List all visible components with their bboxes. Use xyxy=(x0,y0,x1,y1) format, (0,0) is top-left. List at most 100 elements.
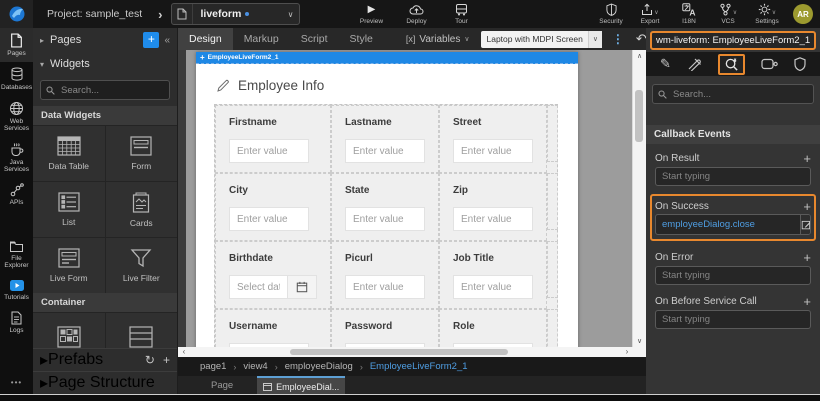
settings-button[interactable]: ∨ Settings xyxy=(754,3,780,25)
export-button[interactable]: ∨ Export xyxy=(637,3,663,25)
breadcrumb-item-page1[interactable]: page1 xyxy=(200,361,226,372)
widget-tile-list[interactable]: List xyxy=(33,182,105,237)
add-page-button[interactable]: + xyxy=(143,32,159,48)
horizontal-scroll-thumb[interactable] xyxy=(290,349,508,355)
scroll-left-arrow[interactable]: ‹ xyxy=(178,347,190,357)
page-structure-section-header[interactable]: ▸ Page Structure xyxy=(33,371,177,394)
add-prefab-icon[interactable]: + xyxy=(163,353,170,367)
tab-style[interactable]: Style xyxy=(339,28,384,50)
sidebar-item-file-explorer[interactable]: File Explorer xyxy=(0,235,33,274)
widget-tile-cards[interactable]: Cards xyxy=(106,182,178,237)
security-button[interactable]: Security xyxy=(598,3,624,25)
selected-widget-bar[interactable]: + EmployeeLiveForm2_1 xyxy=(196,52,578,64)
breadcrumb-item-view4[interactable]: view4 xyxy=(243,361,267,372)
scroll-up-arrow[interactable]: ∧ xyxy=(633,50,646,62)
widget-tile-live-form[interactable]: Live Form xyxy=(33,238,105,293)
on-error-input[interactable] xyxy=(655,266,811,285)
widgets-section-header[interactable]: ▾ Widgets xyxy=(33,52,177,76)
styles-tab-brush-icon[interactable] xyxy=(687,57,702,71)
form-field-job-title[interactable]: Job Title xyxy=(439,241,547,309)
canvas-page[interactable]: + EmployeeLiveForm2_1 Employee Info Firs… xyxy=(196,52,578,347)
pages-section-header[interactable]: ▸ Pages + « xyxy=(33,28,177,52)
form-field-zip[interactable]: Zip xyxy=(439,173,547,241)
rail-more-button[interactable]: ••• xyxy=(0,372,33,395)
add-action-icon[interactable]: + xyxy=(803,199,811,214)
birthdate-input[interactable] xyxy=(229,275,287,299)
sidebar-item-databases[interactable]: Databases xyxy=(0,62,33,96)
design-canvas[interactable]: + EmployeeLiveForm2_1 Employee Info Firs… xyxy=(178,50,646,347)
collapse-panel-icon[interactable]: « xyxy=(164,35,170,46)
user-avatar[interactable]: AR xyxy=(793,4,813,24)
canvas-vertical-scrollbar[interactable]: ∧ ∨ xyxy=(632,50,646,347)
widget-tile-data-table[interactable]: Data Table xyxy=(33,126,105,181)
form-field-lastname[interactable]: Lastname xyxy=(331,105,439,173)
form-field-password[interactable]: Password xyxy=(331,309,439,347)
sidebar-item-apis[interactable]: APIs xyxy=(0,178,33,211)
tour-button[interactable]: Tour xyxy=(448,3,474,25)
form-field-state[interactable]: State xyxy=(331,173,439,241)
vertical-scroll-thumb[interactable] xyxy=(635,90,643,142)
canvas-horizontal-scrollbar[interactable]: ‹ › xyxy=(178,347,633,357)
picurl-input[interactable] xyxy=(345,275,425,299)
form-field-role[interactable]: Role xyxy=(439,309,547,347)
breadcrumb-item-employeeliveform[interactable]: EmployeeLiveForm2_1 xyxy=(370,361,468,372)
sidebar-item-pages[interactable]: Pages xyxy=(0,28,33,62)
scroll-right-arrow[interactable]: › xyxy=(621,347,633,357)
wavemaker-logo[interactable] xyxy=(0,0,33,28)
vcs-button[interactable]: ∨ VCS xyxy=(715,3,741,25)
zip-input[interactable] xyxy=(453,207,533,231)
preview-button[interactable]: ▶ Preview xyxy=(358,3,384,25)
form-field-firstname[interactable]: Firstname xyxy=(215,105,331,173)
street-input[interactable] xyxy=(453,139,533,163)
sidebar-item-java-services[interactable]: Java Services xyxy=(0,137,33,178)
tab-script[interactable]: Script xyxy=(290,28,339,50)
form-field-username[interactable]: Username xyxy=(215,309,331,347)
lastname-input[interactable] xyxy=(345,139,425,163)
scroll-down-arrow[interactable]: ∨ xyxy=(633,335,646,347)
job-title-input[interactable] xyxy=(453,275,533,299)
city-input[interactable] xyxy=(229,207,309,231)
form-field-picurl[interactable]: Picurl xyxy=(331,241,439,309)
widget-tile-live-filter[interactable]: Live Filter xyxy=(106,238,178,293)
sidebar-item-tutorials[interactable]: Tutorials xyxy=(0,274,33,306)
device-selector-dropdown[interactable]: Laptop with MDPI Screen ∨ xyxy=(481,31,601,48)
state-input[interactable] xyxy=(345,207,425,231)
breadcrumb-item-employeedialog[interactable]: employeeDialog xyxy=(285,361,353,372)
variables-button[interactable]: [x] Variables ∨ xyxy=(406,34,470,45)
bottom-tab-page[interactable]: Page xyxy=(211,376,233,395)
widget-search-input[interactable] xyxy=(59,84,164,97)
properties-tab-pencil-icon[interactable]: ✎ xyxy=(660,56,671,72)
properties-search-box[interactable] xyxy=(652,84,814,104)
events-tab-icon[interactable] xyxy=(718,54,745,75)
live-filter-funnel-icon xyxy=(130,248,152,268)
tab-design[interactable]: Design xyxy=(178,28,233,50)
add-action-icon[interactable]: + xyxy=(803,151,811,166)
sidebar-item-logs[interactable]: Logs xyxy=(0,306,33,339)
device-tab-camera-icon[interactable] xyxy=(761,58,778,70)
on-result-input[interactable] xyxy=(655,167,811,186)
form-field-birthdate[interactable]: Birthdate xyxy=(215,241,331,309)
on-success-input[interactable] xyxy=(656,215,800,234)
widget-search-box[interactable] xyxy=(40,80,170,100)
on-before-service-call-input[interactable] xyxy=(655,310,811,329)
prefabs-section-header[interactable]: ▸ Prefabs ↻ + xyxy=(33,348,177,371)
bottom-tab-employee-dialog[interactable]: EmployeeDial... xyxy=(257,376,345,395)
add-action-icon[interactable]: + xyxy=(803,250,811,265)
deploy-button[interactable]: Deploy xyxy=(403,3,429,25)
tab-markup[interactable]: Markup xyxy=(233,28,290,50)
edit-action-button[interactable] xyxy=(800,215,811,234)
widget-tile-form[interactable]: Form xyxy=(106,126,178,181)
i18n-button[interactable]: A I18N xyxy=(676,3,702,25)
security-tab-shield-icon[interactable] xyxy=(794,57,806,71)
sidebar-item-web-services[interactable]: Web Services xyxy=(0,96,33,137)
properties-search-input[interactable] xyxy=(671,88,808,101)
canvas-more-menu-icon[interactable]: ⋮ xyxy=(612,32,624,46)
firstname-input[interactable] xyxy=(229,139,309,163)
refresh-icon[interactable]: ↻ xyxy=(145,353,155,367)
add-action-icon[interactable]: + xyxy=(803,294,811,309)
page-selector-dropdown[interactable]: liveform ∨ xyxy=(171,3,300,25)
form-title-row[interactable]: Employee Info xyxy=(196,64,578,104)
calendar-button[interactable] xyxy=(287,275,317,299)
form-field-city[interactable]: City xyxy=(215,173,331,241)
form-field-street[interactable]: Street xyxy=(439,105,547,173)
